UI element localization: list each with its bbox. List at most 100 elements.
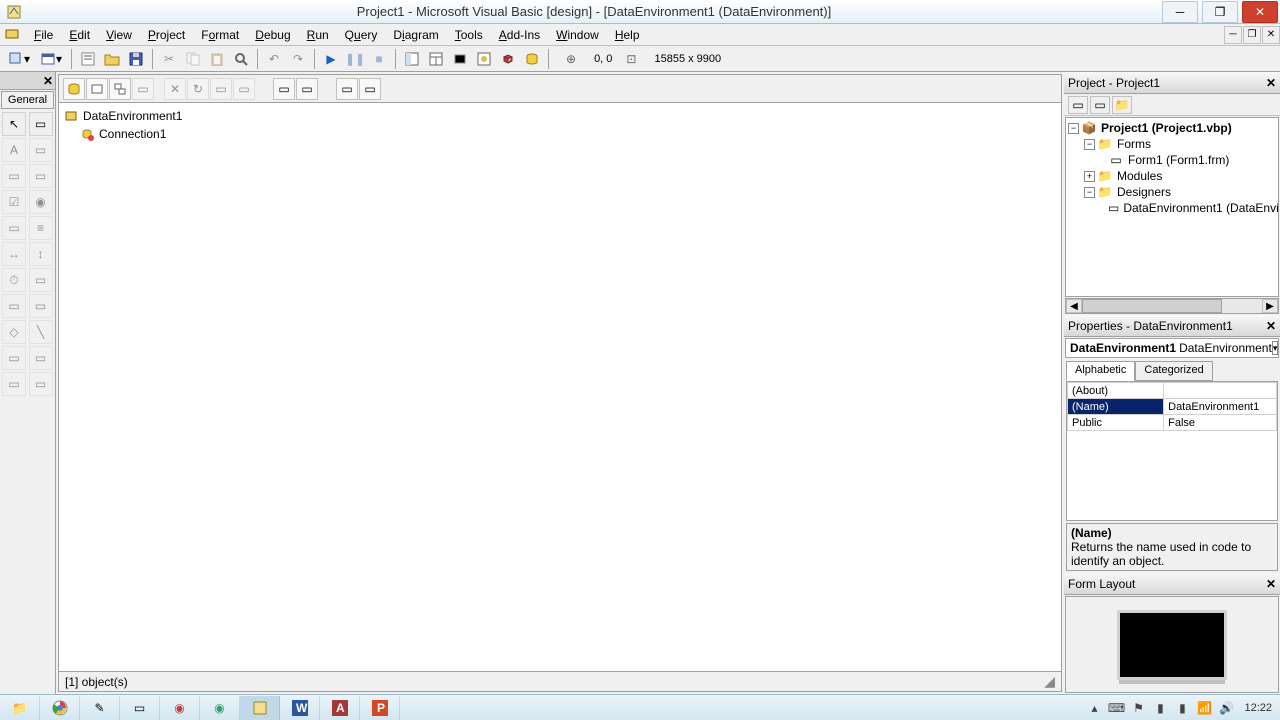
view-code-button[interactable]: ▭	[1068, 96, 1088, 114]
drivelistbox-tool[interactable]: ▭	[29, 268, 53, 292]
save-button[interactable]	[125, 48, 147, 70]
form-layout-button[interactable]	[449, 48, 471, 70]
scroll-right-button[interactable]: ▶	[1262, 299, 1278, 313]
menu-run[interactable]: Run	[299, 26, 337, 44]
cut-button[interactable]: ✂	[158, 48, 180, 70]
proj-root[interactable]: − 📦 Project1 (Project1.vbp)	[1068, 120, 1276, 136]
resize-grip-icon[interactable]: ◢	[1044, 673, 1055, 690]
dataenv-tree[interactable]: DataEnvironment1 Connection1	[58, 102, 1062, 672]
tray-keyboard-icon[interactable]: ⌨	[1108, 700, 1124, 716]
maximize-button[interactable]: ❐	[1202, 1, 1238, 23]
project-explorer-button[interactable]	[401, 48, 423, 70]
mdi-close-button[interactable]: ✕	[1262, 26, 1280, 44]
find-button[interactable]	[230, 48, 252, 70]
timer-tool[interactable]: ⏱	[2, 268, 26, 292]
prop-row-public[interactable]: Public False	[1068, 415, 1277, 431]
expand-icon[interactable]: −	[1084, 187, 1095, 198]
scroll-left-button[interactable]: ◀	[1066, 299, 1082, 313]
menu-diagram[interactable]: Diagram	[385, 26, 446, 44]
menu-help[interactable]: Help	[607, 26, 648, 44]
design-button[interactable]: ▭	[210, 78, 232, 100]
properties-grid[interactable]: (About) (Name) DataEnvironment1 Public F…	[1066, 381, 1278, 521]
taskbar-vb6[interactable]	[240, 696, 280, 720]
properties-window-button[interactable]	[425, 48, 447, 70]
delete-button[interactable]: ✕	[164, 78, 186, 100]
menu-format[interactable]: Format	[193, 26, 247, 44]
paste-button[interactable]	[206, 48, 228, 70]
toolbox-tab-general[interactable]: General	[1, 91, 54, 109]
menu-editor-button[interactable]	[77, 48, 99, 70]
project-panel-close-button[interactable]: ✕	[1266, 76, 1276, 90]
shape-tool[interactable]: ◇	[2, 320, 26, 344]
commandbutton-tool[interactable]: ▭	[29, 164, 53, 188]
add-child-command-button[interactable]	[109, 78, 131, 100]
refresh-button[interactable]: ↻	[187, 78, 209, 100]
menu-debug[interactable]: Debug	[247, 26, 298, 44]
break-button[interactable]: ❚❚	[344, 48, 366, 70]
insert-sp-button[interactable]: ▭	[132, 78, 154, 100]
start-button[interactable]: ▶	[320, 48, 342, 70]
label-tool[interactable]: A	[2, 138, 26, 162]
taskbar-access[interactable]: A	[320, 696, 360, 720]
line-tool[interactable]: ╲	[29, 320, 53, 344]
tray-network-icon[interactable]: ▮	[1174, 700, 1190, 716]
filelistbox-tool[interactable]: ▭	[29, 294, 53, 318]
add-form-button[interactable]: ▾	[36, 48, 66, 70]
pointer-tool[interactable]: ↖	[2, 112, 26, 136]
taskbar-explorer[interactable]: 📁	[0, 696, 40, 720]
formlayout-close-button[interactable]: ✕	[1266, 577, 1276, 591]
menu-addins[interactable]: Add-Ins	[491, 26, 548, 44]
expand-icon[interactable]: +	[1084, 171, 1095, 182]
taskbar-app5[interactable]: ◉	[160, 696, 200, 720]
taskbar-clock[interactable]: 12:22	[1244, 702, 1272, 714]
dataview-button[interactable]	[521, 48, 543, 70]
mdi-restore-button[interactable]: ❐	[1243, 26, 1261, 44]
data-tool[interactable]: ▭	[29, 346, 53, 370]
taskbar-app4[interactable]: ▭	[120, 696, 160, 720]
prop-row-name[interactable]: (Name) DataEnvironment1	[1068, 399, 1277, 415]
menu-edit[interactable]: Edit	[61, 26, 98, 44]
checkbox-tool[interactable]: ☑	[2, 190, 26, 214]
taskbar-app6[interactable]: ◉	[200, 696, 240, 720]
add-project-button[interactable]: ▾	[4, 48, 34, 70]
toolbox-button[interactable]	[497, 48, 519, 70]
prop-value[interactable]	[1164, 383, 1277, 399]
formlayout-body[interactable]	[1065, 596, 1279, 693]
close-button[interactable]: ✕	[1242, 1, 1278, 23]
prop-value[interactable]: False	[1164, 415, 1277, 431]
tab-alphabetic[interactable]: Alphabetic	[1066, 361, 1135, 381]
proj-modules-folder[interactable]: + 📁 Modules	[1068, 168, 1276, 184]
proj-forms-folder[interactable]: − 📁 Forms	[1068, 136, 1276, 152]
proj-dataenv[interactable]: ▭ DataEnvironment1 (DataEnvironment1)	[1068, 200, 1276, 216]
project-hscrollbar[interactable]: ◀ ▶	[1065, 298, 1279, 314]
menu-window[interactable]: Window	[548, 26, 607, 44]
optionbutton-tool[interactable]: ◉	[29, 190, 53, 214]
menu-query[interactable]: Query	[337, 26, 386, 44]
image-tool[interactable]: ▭	[2, 346, 26, 370]
open-button[interactable]	[101, 48, 123, 70]
taskbar-powerpoint[interactable]: P	[360, 696, 400, 720]
add-command-button[interactable]	[86, 78, 108, 100]
menu-project[interactable]: Project	[140, 26, 193, 44]
combo-dropdown-icon[interactable]: ▾	[1272, 341, 1279, 355]
tab-categorized[interactable]: Categorized	[1135, 361, 1212, 381]
mdi-minimize-button[interactable]: ─	[1224, 26, 1242, 44]
tray-battery-icon[interactable]: ▮	[1152, 700, 1168, 716]
taskbar-app3[interactable]: ✎	[80, 696, 120, 720]
textbox-tool[interactable]: ▭	[29, 138, 53, 162]
redo-button[interactable]: ↷	[287, 48, 309, 70]
tree-root[interactable]: DataEnvironment1	[63, 107, 1057, 125]
project-tree[interactable]: − 📦 Project1 (Project1.vbp) − 📁 Forms ▭ …	[1065, 117, 1279, 297]
proj-form1[interactable]: ▭ Form1 (Form1.frm)	[1068, 152, 1276, 168]
combobox-tool[interactable]: ▭	[2, 216, 26, 240]
ole-tool[interactable]: ▭	[2, 372, 26, 396]
properties-close-button[interactable]: ✕	[1266, 319, 1276, 333]
prop-value[interactable]: DataEnvironment1	[1164, 399, 1277, 415]
tray-volume-icon[interactable]: 🔊	[1218, 700, 1234, 716]
properties-button[interactable]: ▭	[233, 78, 255, 100]
scroll-thumb[interactable]	[1082, 299, 1222, 313]
expand-icon[interactable]: −	[1068, 123, 1079, 134]
tray-wifi-icon[interactable]: 📶	[1196, 700, 1212, 716]
toolbox-close-button[interactable]: ✕	[0, 72, 55, 90]
options-button[interactable]: ▭	[296, 78, 318, 100]
